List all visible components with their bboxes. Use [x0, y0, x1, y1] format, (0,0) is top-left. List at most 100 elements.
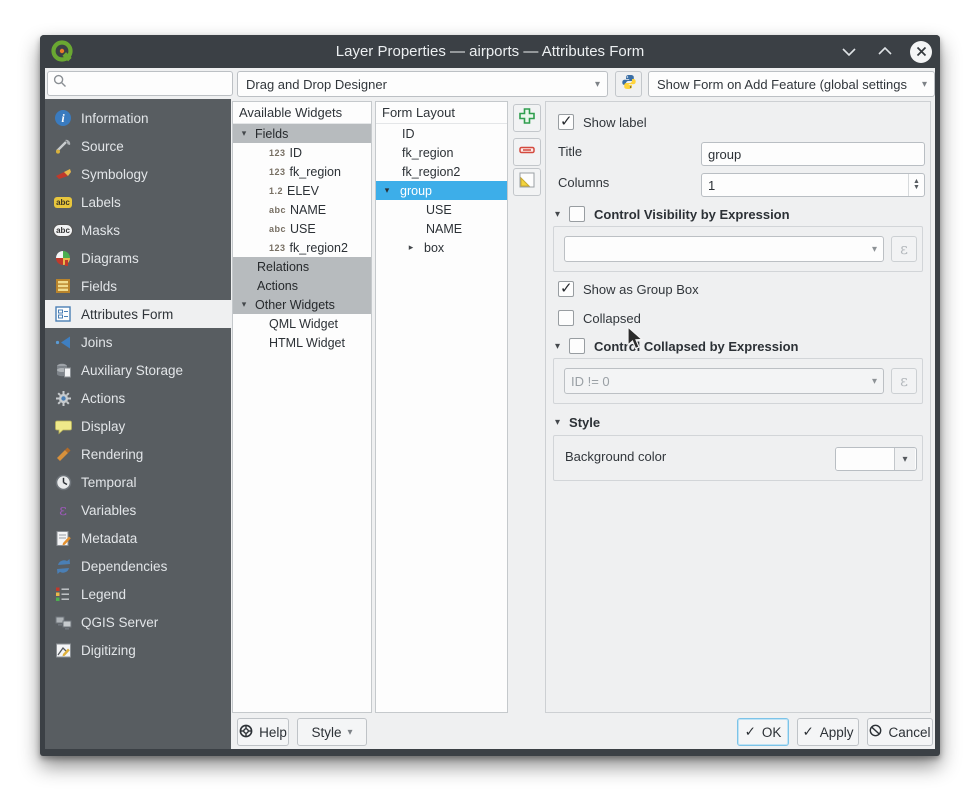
form-editor-type-value: Drag and Drop Designer: [246, 77, 387, 92]
remove-container-button[interactable]: [513, 138, 541, 166]
chevron-right-icon[interactable]: ▸: [406, 242, 416, 253]
plus-icon: [518, 107, 536, 130]
toolbar: Drag and Drop Designer ▾ Show Form on Ad…: [45, 68, 935, 99]
collapsed-expression-frame: ID != 0 ▾ ε: [553, 358, 923, 404]
sidebar-item-diagrams[interactable]: Diagrams: [45, 244, 231, 272]
title-bar: Layer Properties — airports — Attributes…: [40, 35, 940, 68]
sidebar-item-dependencies[interactable]: Dependencies: [45, 552, 231, 580]
chevron-down-icon[interactable]: ▾: [239, 299, 249, 310]
tree-item-elev[interactable]: 1.2 ELEV: [233, 181, 371, 200]
sidebar-item-source[interactable]: Source: [45, 132, 231, 160]
tree-item-group-selected[interactable]: ▾ group: [376, 181, 507, 200]
tree-item-fk-region[interactable]: 123 fk_region: [233, 162, 371, 181]
close-icon[interactable]: [910, 41, 932, 63]
tree-item-box[interactable]: ▸ box: [376, 238, 507, 257]
control-collapsed-checkbox[interactable]: [569, 338, 585, 354]
title-label: Title: [558, 144, 582, 159]
labels-icon: abc: [54, 193, 72, 211]
sidebar-item-legend[interactable]: Legend: [45, 580, 231, 608]
show-form-on-add-feature-combo[interactable]: Show Form on Add Feature (global setting…: [648, 71, 935, 97]
chevron-down-icon[interactable]: ▾: [239, 128, 249, 139]
background-color-label: Background color: [565, 449, 666, 464]
control-visibility-checkbox[interactable]: [569, 206, 585, 222]
attributes-form-icon: [54, 305, 72, 323]
text-type-icon: abc: [269, 205, 286, 215]
tree-item-fk-region2[interactable]: fk_region2: [376, 162, 507, 181]
chevron-down-icon[interactable]: ▾: [555, 209, 560, 220]
tree-item-use[interactable]: USE: [376, 200, 507, 219]
sidebar-item-labels[interactable]: abc Labels: [45, 188, 231, 216]
sidebar-item-variables[interactable]: ε Variables: [45, 496, 231, 524]
chevron-down-icon: ▾: [922, 79, 927, 90]
help-button[interactable]: Help: [237, 718, 289, 746]
sidebar-item-metadata[interactable]: Metadata: [45, 524, 231, 552]
columns-label: Columns: [558, 175, 609, 190]
style-dropdown-button[interactable]: Style ▾: [297, 718, 367, 746]
show-as-group-box-text: Show as Group Box: [583, 282, 699, 297]
python-init-button[interactable]: [615, 71, 642, 97]
sidebar-item-symbology[interactable]: Symbology: [45, 160, 231, 188]
ok-button[interactable]: ✓ OK: [737, 718, 789, 746]
cancel-button[interactable]: Cancel: [867, 718, 933, 746]
sidebar-item-digitizing[interactable]: Digitizing: [45, 636, 231, 664]
minimize-icon[interactable]: [838, 41, 860, 63]
available-widgets-title: Available Widgets: [233, 102, 371, 124]
text-type-icon: abc: [269, 224, 286, 234]
sidebar-item-information[interactable]: i Information: [45, 104, 231, 132]
chevron-down-icon[interactable]: ▾: [555, 341, 560, 352]
sidebar-item-masks[interactable]: abc Masks: [45, 216, 231, 244]
form-editor-type-combo[interactable]: Drag and Drop Designer ▾: [237, 71, 608, 97]
show-form-value: Show Form on Add Feature (global setting…: [657, 77, 907, 92]
tree-item-fields-category[interactable]: ▾ Fields: [233, 124, 371, 143]
chevron-down-icon[interactable]: ▾: [555, 417, 560, 428]
sidebar-item-auxiliary-storage[interactable]: Auxiliary Storage: [45, 356, 231, 384]
collapsed-checkbox[interactable]: [558, 310, 574, 326]
form-layout-title: Form Layout: [376, 102, 507, 124]
apply-button[interactable]: ✓ Apply: [797, 718, 859, 746]
chevron-down-icon: ▾: [872, 376, 877, 387]
collapsed-expression-combo[interactable]: ID != 0 ▾: [564, 368, 884, 394]
sidebar-item-attributes-form[interactable]: Attributes Form: [45, 300, 231, 328]
tree-item-actions-category[interactable]: Actions: [233, 276, 371, 295]
sidebar-item-rendering[interactable]: Rendering: [45, 440, 231, 468]
chevron-down-icon: ▾: [872, 244, 877, 255]
columns-spinbox[interactable]: [701, 173, 925, 197]
spin-down-icon[interactable]: ▼: [913, 185, 920, 191]
tree-item-fk-region[interactable]: fk_region: [376, 143, 507, 162]
tree-item-name[interactable]: NAME: [376, 219, 507, 238]
sidebar-item-display[interactable]: Display: [45, 412, 231, 440]
maximize-icon[interactable]: [874, 41, 896, 63]
available-widgets-panel: Available Widgets ▾ Fields 123 ID 123 fk…: [232, 101, 372, 713]
title-input[interactable]: [701, 142, 925, 166]
tree-item-relations-category[interactable]: Relations: [233, 257, 371, 276]
background-color-dropdown[interactable]: ▾: [835, 447, 917, 471]
tree-item-use[interactable]: abc USE: [233, 219, 371, 238]
tree-item-name[interactable]: abc NAME: [233, 200, 371, 219]
tree-item-other-widgets-category[interactable]: ▾ Other Widgets: [233, 295, 371, 314]
sidebar-item-joins[interactable]: Joins: [45, 328, 231, 356]
visibility-expression-combo[interactable]: ▾: [564, 236, 884, 262]
spinbox-arrows[interactable]: ▲▼: [908, 174, 924, 196]
sidebar-item-actions[interactable]: Actions: [45, 384, 231, 412]
visibility-expression-builder-button[interactable]: ε: [891, 236, 917, 262]
tree-item-html-widget[interactable]: HTML Widget: [233, 333, 371, 352]
sidebar-item-fields[interactable]: Fields: [45, 272, 231, 300]
sidebar-item-temporal[interactable]: Temporal: [45, 468, 231, 496]
tree-item-qml-widget[interactable]: QML Widget: [233, 314, 371, 333]
variables-icon: ε: [54, 501, 72, 519]
masks-icon: abc: [54, 221, 72, 239]
add-container-button[interactable]: [513, 104, 541, 132]
chevron-down-icon[interactable]: ▾: [382, 185, 392, 196]
show-label-checkbox[interactable]: [558, 114, 574, 130]
sidebar-item-qgis-server[interactable]: QGIS Server: [45, 608, 231, 636]
collapsed-expression-builder-button[interactable]: ε: [891, 368, 917, 394]
rename-container-button[interactable]: [513, 168, 541, 196]
show-as-group-box-checkbox[interactable]: [558, 281, 574, 297]
tree-item-id[interactable]: ID: [376, 124, 507, 143]
tree-item-fk-region2[interactable]: 123 fk_region2: [233, 238, 371, 257]
diagrams-icon: [54, 249, 72, 267]
search-input[interactable]: [47, 71, 233, 96]
mouse-cursor: [626, 326, 648, 352]
edit-icon: [518, 171, 536, 194]
tree-item-id[interactable]: 123 ID: [233, 143, 371, 162]
